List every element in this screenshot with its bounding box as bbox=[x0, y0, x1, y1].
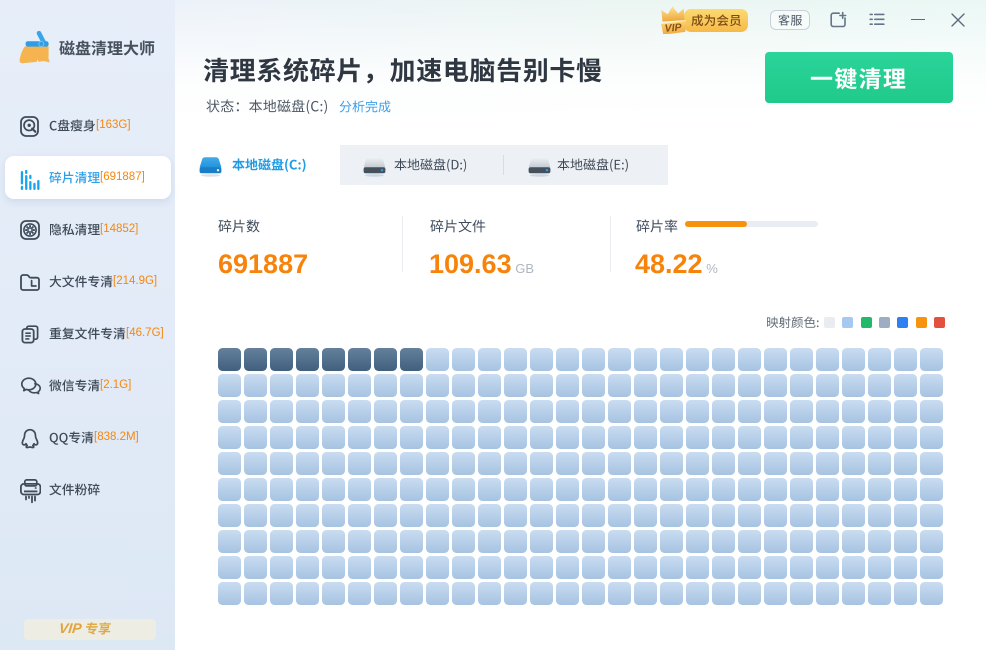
svg-text:VIP: VIP bbox=[664, 22, 683, 34]
